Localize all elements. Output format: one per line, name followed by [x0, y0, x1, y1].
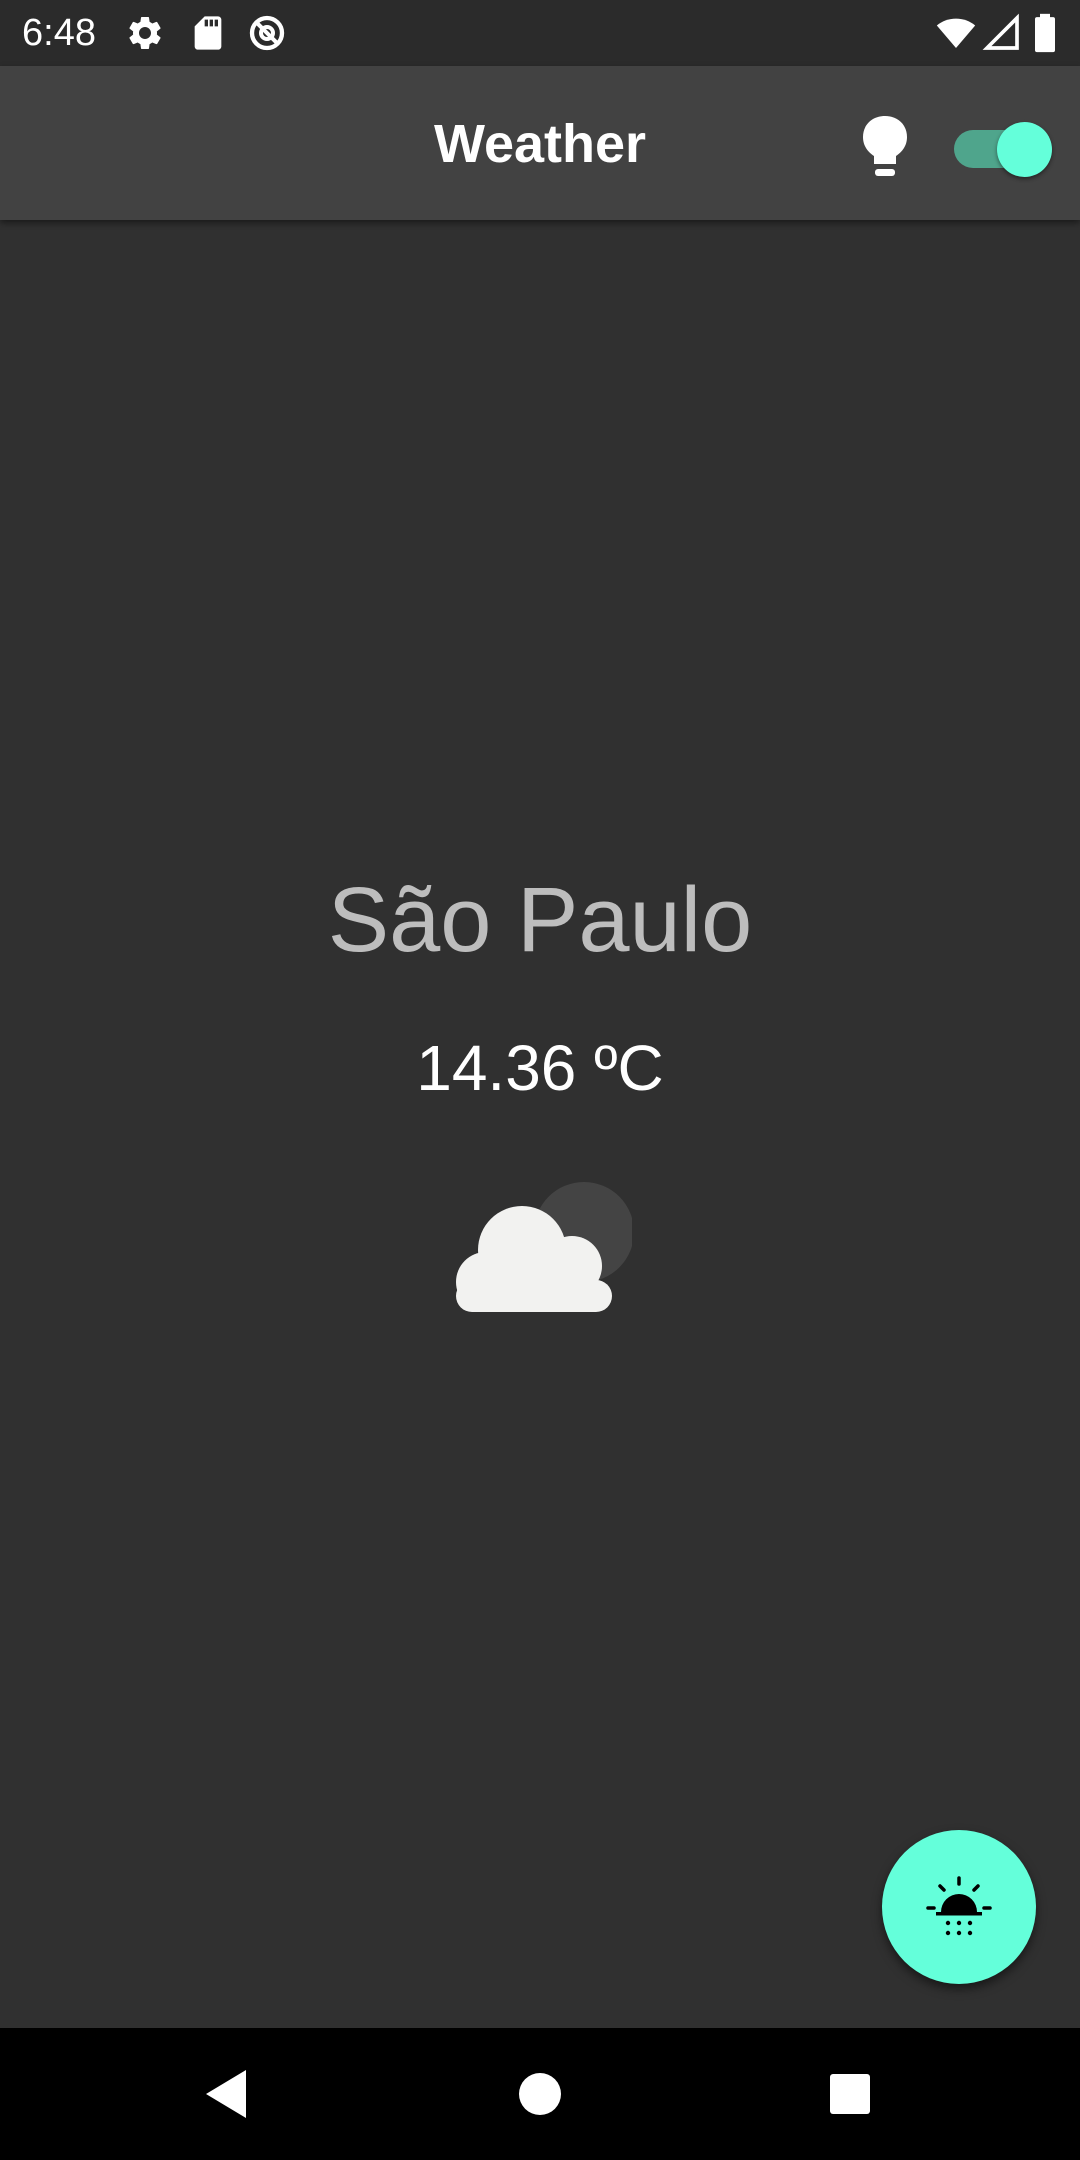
sunrise-icon: [926, 1876, 992, 1936]
theme-toggle-switch[interactable]: [950, 113, 1055, 177]
signal-icon: [982, 13, 1019, 50]
sunrise-fab-button[interactable]: [882, 1830, 1036, 1984]
temperature: 14.36 ºC: [416, 1032, 664, 1104]
back-icon[interactable]: [192, 2058, 264, 2130]
screen: 6:48 Weather São Paulo 14.36 ºC: [0, 0, 1080, 2160]
settings-icon: [129, 16, 161, 49]
battery-icon: [1035, 13, 1055, 53]
status-time: 6:48: [22, 12, 96, 54]
recents-icon[interactable]: [814, 2058, 886, 2130]
app-bar: Weather: [0, 66, 1080, 220]
city-name: São Paulo: [327, 869, 753, 971]
home-icon[interactable]: [504, 2058, 576, 2130]
no-sync-icon: [249, 15, 285, 51]
navigation-bar: [0, 2028, 1080, 2160]
app-title: Weather: [433, 114, 647, 174]
lightbulb-icon[interactable]: [860, 114, 910, 182]
cloudy-night-icon: [456, 1182, 632, 1312]
status-bar: 6:48: [0, 0, 1080, 66]
wifi-icon: [936, 18, 976, 48]
sd-card-icon: [194, 16, 222, 50]
switch-thumb: [997, 122, 1052, 177]
